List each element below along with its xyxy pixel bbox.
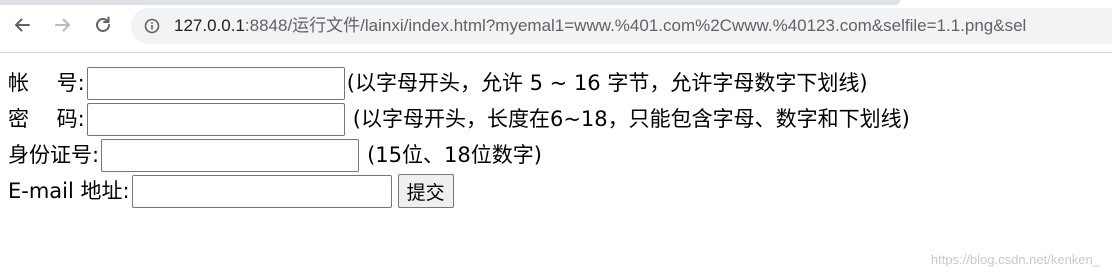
reload-button[interactable] (90, 12, 116, 38)
email-input[interactable] (131, 174, 392, 208)
arrow-left-icon (15, 18, 30, 32)
registration-form: 帐 号: (以字母开头，允许 5 ~ 16 字节，允许字母数字下划线) 密 码:… (8, 65, 910, 209)
submit-button[interactable]: 提交 (397, 174, 454, 208)
url-text: 127.0.0.1:8848/运行文件/lainxi/index.html?my… (174, 8, 1026, 44)
password-hint: (以字母开头，长度在6~18，只能包含字母、数字和下划线) (352, 107, 910, 131)
username-row: 帐 号: (以字母开头，允许 5 ~ 16 字节，允许字母数字下划线) (8, 65, 910, 101)
id-number-row: 身份证号: (15位、18位数字) (8, 137, 910, 173)
email-label: E-mail 地址: (8, 179, 130, 203)
id-number-hint: (15位、18位数字) (367, 143, 542, 167)
browser-toolbar: 127.0.0.1:8848/运行文件/lainxi/index.html?my… (0, 0, 1112, 53)
forward-button[interactable] (50, 12, 76, 38)
url-path: :8848/运行文件/lainxi/index.html?myemal1=www… (244, 16, 1027, 35)
url-host: 127.0.0.1 (174, 16, 245, 35)
username-input[interactable] (86, 66, 345, 100)
tab-strip (0, 0, 900, 5)
username-hint: (以字母开头，允许 5 ~ 16 字节，允许字母数字下划线) (346, 71, 868, 95)
watermark: https://blog.csdn.net/kenken_ (930, 252, 1100, 267)
address-bar[interactable]: 127.0.0.1:8848/运行文件/lainxi/index.html?my… (131, 8, 1112, 44)
id-number-input[interactable] (101, 138, 360, 172)
reload-icon (96, 16, 110, 32)
username-label: 帐 号: (8, 71, 85, 95)
password-row: 密 码: (以字母开头，长度在6~18，只能包含字母、数字和下划线) (8, 101, 910, 137)
password-label: 密 码: (8, 107, 85, 131)
email-row: E-mail 地址: 提交 (8, 173, 910, 209)
back-button[interactable] (9, 12, 35, 38)
arrow-right-icon (55, 18, 70, 32)
password-input[interactable] (86, 102, 345, 136)
info-icon[interactable] (144, 18, 160, 34)
id-number-label: 身份证号: (8, 143, 100, 167)
